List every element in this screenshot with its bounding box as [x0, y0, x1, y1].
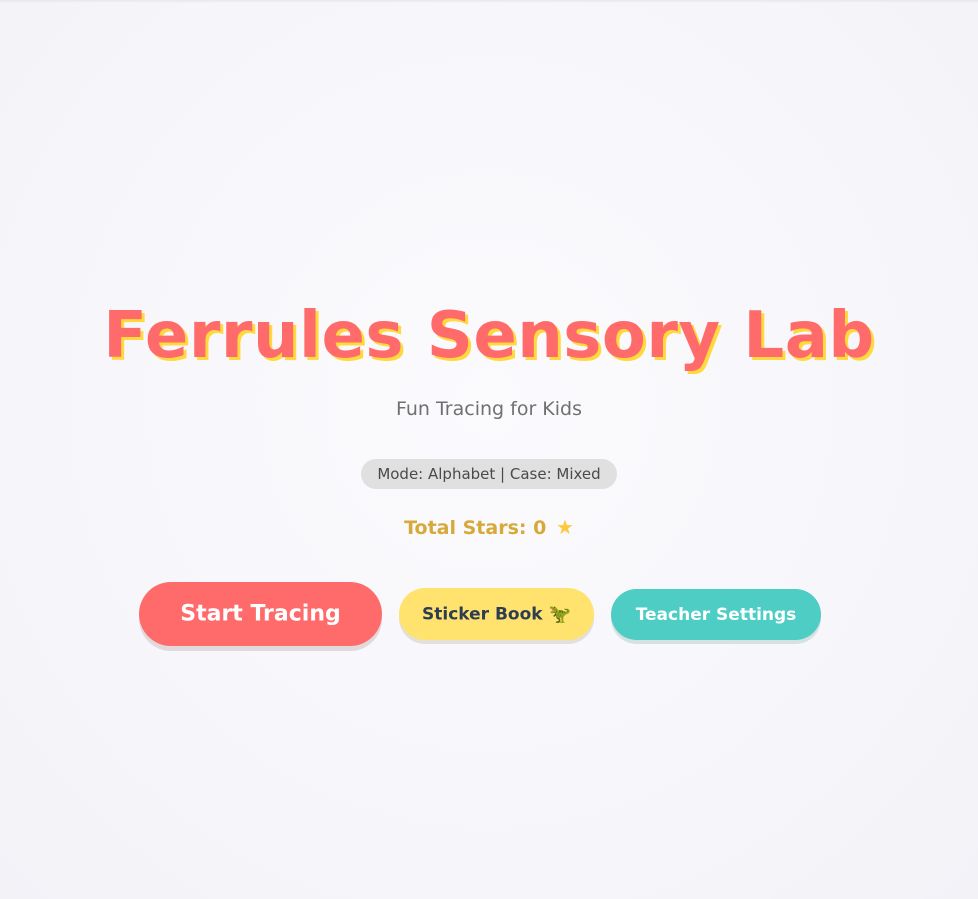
start-tracing-button[interactable]: Start Tracing — [139, 582, 382, 646]
teacher-settings-button[interactable]: Teacher Settings — [611, 589, 821, 640]
teacher-settings-label: Teacher Settings — [635, 604, 797, 625]
sticker-book-button[interactable]: Sticker Book 🦖 — [399, 588, 594, 640]
sticker-book-label: Sticker Book — [422, 604, 543, 624]
dinosaur-icon: 🦖 — [548, 603, 571, 625]
app-title: Ferrules Sensory Lab — [103, 299, 875, 373]
total-stars: Total Stars: 0 ★ — [0, 515, 978, 540]
start-tracing-label: Start Tracing — [180, 601, 341, 627]
star-icon: ★ — [555, 515, 574, 539]
total-stars-label: Total Stars: 0 — [404, 517, 547, 539]
mode-badge-container: Mode: Alphabet | Case: Mixed — [0, 459, 978, 489]
home-screen: Ferrules Sensory Lab Fun Tracing for Kid… — [0, 296, 978, 540]
app-subtitle: Fun Tracing for Kids — [395, 398, 582, 420]
mode-badge: Mode: Alphabet | Case: Mixed — [361, 459, 617, 489]
action-buttons: Start Tracing Sticker Book 🦖 Teacher Sett… — [139, 582, 839, 652]
window-top-edge — [0, 0, 978, 3]
